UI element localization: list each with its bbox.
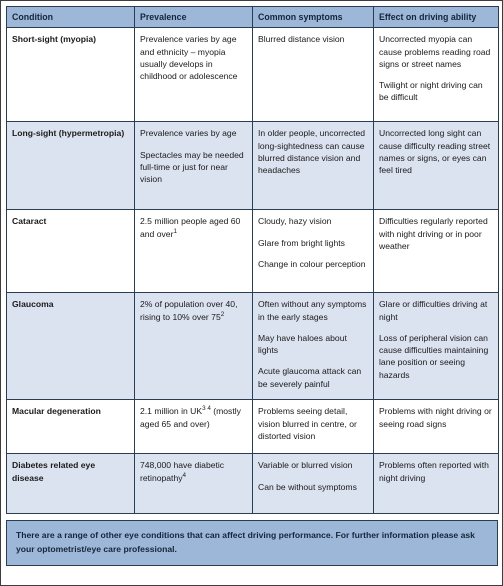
footnote-ref: 3 4 xyxy=(202,405,211,413)
cell-prevalence: 748,000 have diabetic retinopathy4 xyxy=(134,453,253,515)
prevalence-text: 2.1 million in UK3 4 (mostly aged 65 and… xyxy=(140,405,247,429)
symptom-text: Glare from bright lights xyxy=(258,237,345,248)
table-body: Short-sight (myopia) Prevalence varies b… xyxy=(6,27,499,515)
symptom-text: In older people, uncorrected long-sighte… xyxy=(258,128,366,176)
effect-text: Problems often reported with night drivi… xyxy=(379,460,489,483)
symptom-text: Problems seeing detail, vision blurred i… xyxy=(258,406,357,441)
table-row: Short-sight (myopia) Prevalence varies b… xyxy=(6,27,499,123)
column-header-condition: Condition xyxy=(6,5,135,29)
symptom-text: Cloudy, hazy vision xyxy=(258,216,332,227)
cell-prevalence: 2.1 million in UK3 4 (mostly aged 65 and… xyxy=(134,399,253,455)
effect-text: Problems with night driving or seeing ro… xyxy=(379,406,492,429)
cell-effect: Glare or difficulties driving at night L… xyxy=(373,292,499,401)
cell-condition: Short-sight (myopia) xyxy=(6,27,135,123)
prevalence-text: Prevalence varies by age and ethnicity –… xyxy=(140,34,238,82)
footnote-ref: 2 xyxy=(220,310,225,318)
cell-prevalence: Prevalence varies by age and ethnicity –… xyxy=(134,27,253,123)
table-row: Diabetes related eye disease 748,000 hav… xyxy=(6,453,499,515)
cell-prevalence: 2% of population over 40, rising to 10% … xyxy=(134,292,253,401)
effect-text: Uncorrected myopia can cause problems re… xyxy=(379,34,491,69)
footnote-ref: 4 xyxy=(182,471,187,479)
cell-condition: Cataract xyxy=(6,209,135,294)
prevalence-value: 2.5 million people aged 60 and over xyxy=(140,216,241,239)
cell-effect: Uncorrected myopia can cause problems re… xyxy=(373,27,499,123)
symptom-text: Variable or blurred vision xyxy=(258,460,353,471)
table-header-row: Condition Prevalence Common symptoms Eff… xyxy=(6,5,499,29)
cell-prevalence: Prevalence varies by age Spectacles may … xyxy=(134,121,253,211)
effect-text: Difficulties regularly reported with nig… xyxy=(379,216,488,251)
cell-effect: Uncorrected long sight can cause difficu… xyxy=(373,121,499,211)
cell-symptoms: Problems seeing detail, vision blurred i… xyxy=(252,399,374,455)
cell-symptoms: Often without any symptoms in the early … xyxy=(252,292,374,401)
cell-condition: Diabetes related eye disease xyxy=(6,453,135,515)
symptom-text: May have haloes about lights xyxy=(258,332,347,356)
cell-symptoms: Cloudy, hazy vision Glare from bright li… xyxy=(252,209,374,294)
cell-condition: Glaucoma xyxy=(6,292,135,401)
prevalence-text: Prevalence varies by age xyxy=(140,128,237,139)
effect-text: Loss of peripheral vision can cause diff… xyxy=(379,332,489,380)
prevalence-text: 748,000 have diabetic retinopathy4 xyxy=(140,459,247,483)
cell-symptoms: Blurred distance vision xyxy=(252,27,374,123)
effect-text: Twilight or night driving can be difficu… xyxy=(379,80,483,103)
effect-text: Glare or difficulties driving at night xyxy=(379,299,488,322)
cell-effect: Problems with night driving or seeing ro… xyxy=(373,399,499,455)
condition-name: Long-sight (hypermetropia) xyxy=(12,128,125,139)
footnote-callout: There are a range of other eye condition… xyxy=(6,520,498,567)
cell-prevalence: 2.5 million people aged 60 and over1 xyxy=(134,209,253,294)
cell-effect: Problems often reported with night drivi… xyxy=(373,453,499,515)
document-page: Condition Prevalence Common symptoms Eff… xyxy=(0,0,503,586)
prevalence-text: Spectacles may be needed full-time or ju… xyxy=(140,149,244,185)
table-row: Long-sight (hypermetropia) Prevalence va… xyxy=(6,121,499,211)
condition-name: Macular degeneration xyxy=(12,406,101,417)
condition-name: Cataract xyxy=(12,216,47,227)
symptom-text: Can be without symptoms xyxy=(258,481,357,492)
condition-name: Diabetes related eye disease xyxy=(12,460,96,483)
table-header: Condition Prevalence Common symptoms Eff… xyxy=(6,5,499,29)
cell-effect: Difficulties regularly reported with nig… xyxy=(373,209,499,294)
column-header-effect-on-driving: Effect on driving ability xyxy=(373,5,499,29)
prevalence-value: 2.1 million in UK xyxy=(140,406,203,417)
table-row: Glaucoma 2% of population over 40, risin… xyxy=(6,292,499,401)
cell-symptoms: In older people, uncorrected long-sighte… xyxy=(252,121,374,211)
prevalence-text: 2.5 million people aged 60 and over1 xyxy=(140,215,247,239)
footnote-ref: 1 xyxy=(173,227,177,235)
cell-condition: Long-sight (hypermetropia) xyxy=(6,121,135,211)
column-header-prevalence: Prevalence xyxy=(134,5,253,29)
eye-conditions-table: Condition Prevalence Common symptoms Eff… xyxy=(6,5,499,515)
table-row: Macular degeneration 2.1 million in UK3 … xyxy=(6,399,499,455)
symptom-text: Blurred distance vision xyxy=(258,34,345,45)
symptom-text: Acute glaucoma attack can be severely pa… xyxy=(258,366,362,389)
cell-symptoms: Variable or blurred vision Can be withou… xyxy=(252,453,374,515)
table-row: Cataract 2.5 million people aged 60 and … xyxy=(6,209,499,294)
cell-condition: Macular degeneration xyxy=(6,399,135,455)
prevalence-text: 2% of population over 40, rising to 10% … xyxy=(140,298,247,322)
footnote-text: There are a range of other eye condition… xyxy=(16,530,475,554)
symptom-text: Change in colour perception xyxy=(258,258,366,269)
symptom-text: Often without any symptoms in the early … xyxy=(258,299,367,322)
condition-name: Glaucoma xyxy=(12,299,54,310)
column-header-common-symptoms: Common symptoms xyxy=(252,5,374,29)
effect-text: Uncorrected long sight can cause difficu… xyxy=(379,128,491,176)
condition-name: Short-sight (myopia) xyxy=(12,34,97,45)
